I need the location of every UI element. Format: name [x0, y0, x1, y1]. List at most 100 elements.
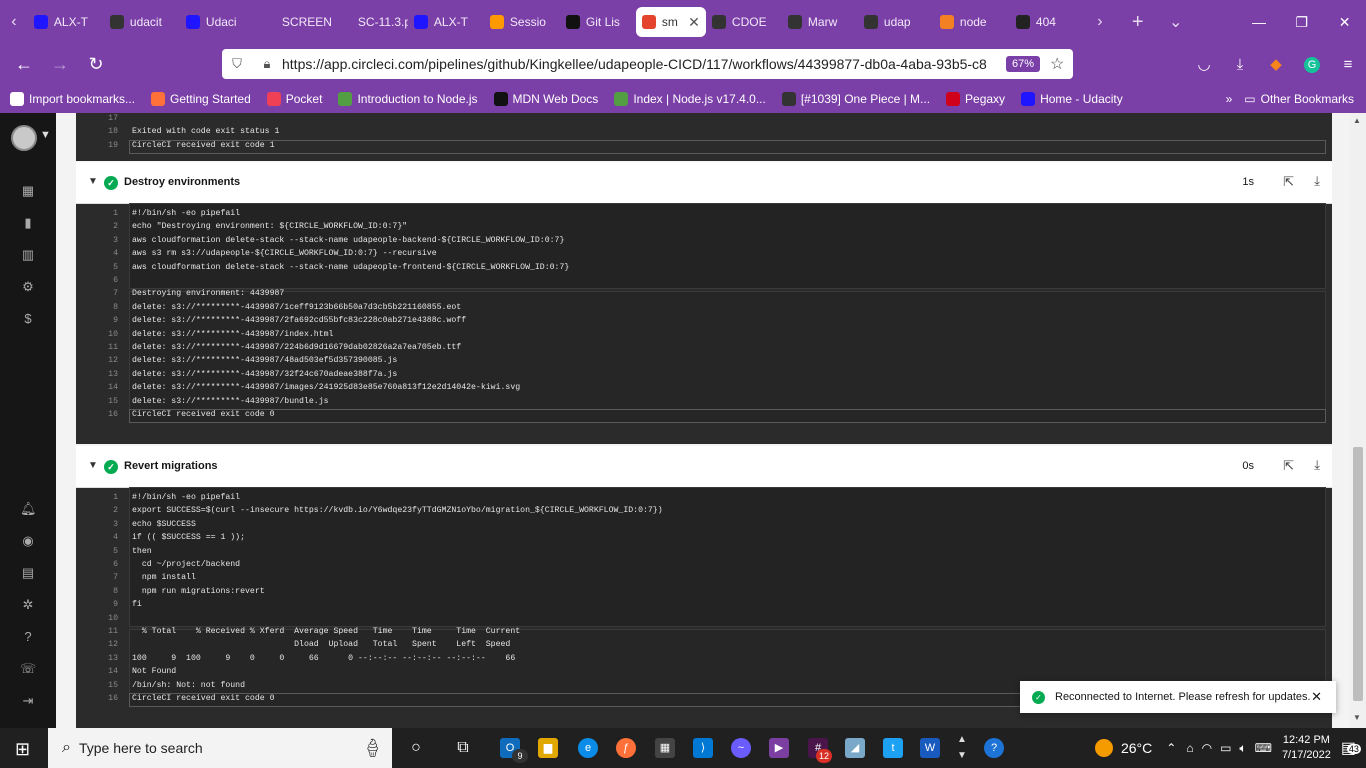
download-icon[interactable]: ⤓ — [1314, 457, 1320, 473]
close-tab-icon[interactable]: ✕ — [688, 14, 700, 31]
settings-icon[interactable]: ⚙ — [20, 279, 36, 295]
messenger-icon[interactable]: ~ — [731, 738, 751, 758]
bookmark-item[interactable]: Index | Node.js v17.4.0... — [614, 91, 766, 106]
metamask-icon[interactable]: ◆ — [1258, 55, 1294, 73]
status-icon[interactable]: ◉ — [20, 533, 36, 549]
battery-icon[interactable]: ▭ — [1220, 741, 1231, 755]
twitter-icon[interactable]: t — [883, 738, 903, 758]
chevron-down-icon[interactable]: ▼ — [40, 129, 51, 141]
browser-tab[interactable]: node — [934, 7, 1010, 37]
word-icon[interactable]: W — [920, 738, 940, 758]
open-external-icon[interactable]: ⇱ — [1283, 174, 1294, 190]
browser-tab[interactable]: Marw — [782, 7, 858, 37]
volume-icon[interactable]: 🔈︎ — [1239, 741, 1246, 756]
more-bookmarks-icon[interactable]: » — [1226, 92, 1233, 106]
browser-tab[interactable]: 404 — [1010, 7, 1086, 37]
restore-icon[interactable]: ❐ — [1280, 14, 1323, 31]
menu-icon[interactable]: ≡ — [1330, 56, 1366, 73]
docs-icon[interactable]: ▤ — [20, 565, 36, 581]
taskbar-scroll-icon[interactable]: ▲ ▼ — [957, 732, 967, 764]
tracking-protection-icon[interactable]: ⛉ — [222, 56, 252, 72]
page-scrollbar[interactable]: ▲ ▼ — [1350, 113, 1366, 728]
bookmark-item[interactable]: Introduction to Node.js — [338, 91, 478, 106]
browser-tab[interactable]: udap — [858, 7, 934, 37]
zoom-level[interactable]: 67% — [1006, 56, 1041, 72]
browser-tab[interactable]: CDOE — [706, 7, 782, 37]
help-icon[interactable]: ? — [984, 738, 1004, 758]
help-icon[interactable]: ? — [20, 629, 36, 645]
keyboard-icon[interactable]: ⌨ — [1255, 741, 1272, 755]
notification-center-icon[interactable]: ▤43 — [1341, 738, 1361, 758]
weather-temp[interactable]: 26°C — [1121, 740, 1152, 756]
bookmark-item[interactable]: Pegaxy — [946, 91, 1005, 106]
browser-tab[interactable]: SC-11.3.p — [332, 7, 408, 37]
scroll-up-icon[interactable]: ▲ — [1353, 116, 1361, 125]
browser-tab[interactable]: udacit — [104, 7, 180, 37]
app-icon[interactable]: ◢ — [845, 738, 865, 758]
insights-icon[interactable]: ▥ — [20, 247, 36, 263]
network-tray-icon[interactable]: ⌂ — [1186, 741, 1193, 755]
browser-tab[interactable]: ALX-T — [28, 7, 104, 37]
scroll-down-icon[interactable]: ▼ — [1353, 713, 1361, 722]
lock-icon[interactable]: 🔒︎ — [252, 56, 282, 72]
bookmark-item[interactable]: MDN Web Docs — [493, 91, 598, 106]
visual-studio-icon[interactable]: ▶ — [769, 738, 789, 758]
clock[interactable]: 12:42 PM 7/17/2022 — [1282, 733, 1331, 763]
minimize-icon[interactable]: — — [1238, 14, 1281, 30]
bookmark-star-icon[interactable]: ☆ — [1050, 54, 1064, 74]
wifi-icon[interactable]: ◠ — [1202, 741, 1212, 755]
scrollbar-thumb[interactable] — [1353, 447, 1363, 701]
tray-overflow-icon[interactable]: ⌃ — [1166, 741, 1176, 755]
bookmark-item[interactable]: Import bookmarks... — [10, 91, 135, 106]
weather-icon[interactable] — [1094, 739, 1113, 757]
reload-icon[interactable]: ↻ — [78, 54, 114, 75]
tab-scroll-left-icon[interactable]: ‹ — [0, 13, 28, 31]
taskbar-search-input[interactable]: ⌕ Type here to search 🍦︎ — [48, 728, 392, 768]
grammarly-icon[interactable]: G — [1294, 55, 1330, 73]
address-bar[interactable]: ⛉ 🔒︎ https://app.circleci.com/pipelines/… — [222, 49, 1073, 79]
step-header[interactable]: ▼ ✓ Destroy environments 1s ⇱ ⤓ — [76, 162, 1332, 204]
open-external-icon[interactable]: ⇱ — [1283, 458, 1294, 474]
browser-tab[interactable]: Git Lis — [560, 7, 636, 37]
close-window-icon[interactable]: ✕ — [1323, 14, 1366, 31]
windows-start-icon[interactable]: ⊞ — [15, 739, 30, 760]
bookmark-item[interactable]: [#1039] One Piece | M... — [781, 91, 930, 106]
tab-scroll-right-icon[interactable]: › — [1086, 13, 1114, 31]
vscode-icon[interactable]: ⟩ — [693, 738, 713, 758]
chevron-down-icon[interactable]: ▼ — [88, 460, 98, 471]
dashboard-icon[interactable]: ▦ — [20, 183, 36, 199]
chevron-down-icon[interactable]: ▼ — [88, 176, 98, 187]
task-view-icon[interactable]: ⧉ — [453, 738, 473, 758]
file-explorer-icon[interactable]: ▆ — [538, 738, 558, 758]
close-icon[interactable]: ✕ — [1311, 689, 1322, 705]
browser-tab[interactable]: sm ✕ — [635, 7, 706, 37]
back-icon[interactable]: ← — [6, 54, 42, 75]
bookmark-item[interactable]: Getting Started — [151, 91, 251, 106]
browser-tab[interactable]: SCREENSH — [256, 7, 332, 37]
notifications-icon[interactable]: 🔔︎ — [20, 501, 37, 517]
list-all-tabs-icon[interactable]: ⌄ — [1162, 12, 1190, 32]
new-tab-icon[interactable]: + — [1124, 11, 1152, 34]
pocket-icon[interactable]: ◡ — [1186, 55, 1222, 73]
projects-icon[interactable]: ▮ — [20, 215, 36, 231]
url-text[interactable]: https://app.circleci.com/pipelines/githu… — [282, 56, 1000, 72]
bookmark-item[interactable]: Pocket — [266, 91, 322, 106]
community-icon[interactable]: ✲ — [20, 597, 36, 613]
browser-tab[interactable]: ALX-T — [408, 7, 484, 37]
download-icon[interactable]: ⤓ — [1314, 173, 1320, 189]
plan-icon[interactable]: $ — [20, 311, 36, 327]
store-icon[interactable]: ▦ — [655, 738, 675, 758]
edge-icon[interactable]: e — [578, 738, 598, 758]
cortana-icon[interactable]: ○ — [406, 738, 426, 758]
avatar[interactable] — [11, 125, 37, 151]
step-header[interactable]: ▼ ✓ Revert migrations 0s ⇱ ⤓ — [76, 446, 1332, 488]
support-icon[interactable]: ☏ — [20, 661, 36, 677]
collapse-nav-icon[interactable]: ⇥ — [20, 693, 36, 709]
firefox-icon[interactable]: ƒ — [616, 738, 636, 758]
other-bookmarks[interactable]: ▭ Other Bookmarks — [1244, 92, 1354, 106]
browser-tab[interactable]: Udaci — [180, 7, 256, 37]
browser-tab[interactable]: Sessio — [484, 7, 560, 37]
bookmark-item[interactable]: Home - Udacity — [1021, 91, 1123, 106]
downloads-icon[interactable]: ⤓ — [1222, 56, 1258, 73]
forward-icon[interactable]: → — [42, 54, 78, 75]
